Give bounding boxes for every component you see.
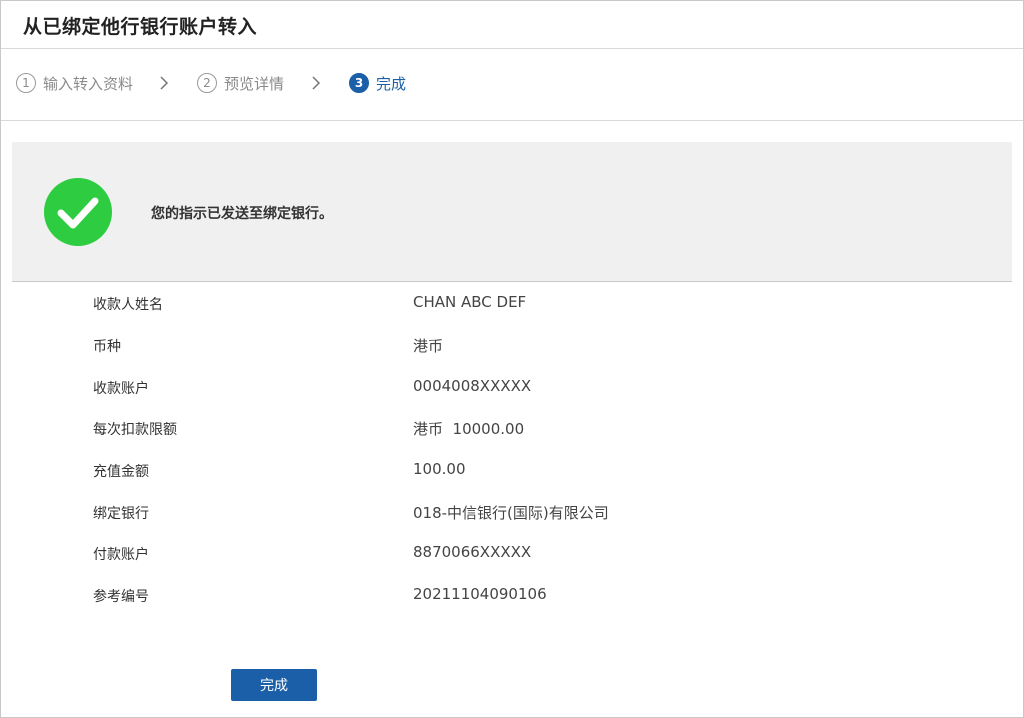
detail-value: 20211104090106	[413, 585, 547, 603]
detail-label: 绑定银行	[93, 506, 149, 522]
detail-value: 港币 10000.00	[413, 420, 525, 438]
detail-label: 每次扣款限额	[93, 422, 177, 438]
detail-label: 充值金额	[93, 464, 149, 480]
detail-row-payee-account: 收款账户 0004008XXXXX	[1, 366, 1023, 408]
detail-row-payer-account: 付款账户 8870066XXXXX	[1, 532, 1023, 574]
detail-row-top-up-amount: 充值金额 100.00	[1, 449, 1023, 491]
detail-row-currency: 币种 港币	[1, 324, 1023, 366]
detail-label: 收款人姓名	[93, 297, 163, 313]
check-circle-icon	[44, 178, 112, 246]
detail-label: 参考编号	[93, 589, 149, 605]
step-2-number: 2	[197, 73, 217, 93]
chevron-right-icon	[160, 76, 169, 90]
step-3-label: 完成	[376, 74, 407, 93]
step-1-label: 输入转入资料	[43, 74, 134, 93]
detail-value: 0004008XXXXX	[413, 377, 532, 395]
step-2-label: 预览详情	[224, 74, 285, 93]
detail-row-payee-name: 收款人姓名 CHAN ABC DEF	[1, 282, 1023, 324]
step-indicator: 1 输入转入资料 2 预览详情 3 完成	[1, 49, 1023, 121]
page-header: 从已绑定他行银行账户转入	[1, 1, 1023, 49]
detail-value: 8870066XXXXX	[413, 543, 532, 561]
detail-value: CHAN ABC DEF	[413, 293, 527, 311]
step-3-number: 3	[349, 73, 369, 93]
detail-label: 付款账户	[93, 547, 149, 563]
detail-value: 港币	[413, 337, 444, 355]
detail-row-reference-number: 参考编号 20211104090106	[1, 574, 1023, 616]
chevron-right-icon	[312, 76, 321, 90]
page-frame: 从已绑定他行银行账户转入 1 输入转入资料 2 预览详情 3 完成 您的指示已发…	[0, 0, 1024, 718]
detail-value: 018-中信银行(国际)有限公司	[413, 504, 609, 522]
detail-value: 100.00	[413, 460, 466, 478]
step-2: 2 预览详情	[197, 72, 284, 94]
step-3: 3 完成	[349, 72, 406, 94]
detail-label: 币种	[93, 339, 121, 355]
success-banner: 您的指示已发送至绑定银行。	[12, 142, 1012, 282]
step-1-number: 1	[16, 73, 36, 93]
done-button[interactable]: 完成	[231, 669, 317, 701]
page-title: 从已绑定他行银行账户转入	[23, 16, 258, 38]
step-1: 1 输入转入资料	[16, 72, 133, 94]
detail-label: 收款账户	[93, 381, 149, 397]
detail-row-linked-bank: 绑定银行 018-中信银行(国际)有限公司	[1, 491, 1023, 533]
success-message: 您的指示已发送至绑定银行。	[151, 206, 333, 222]
detail-row-debit-limit: 每次扣款限额 港币 10000.00	[1, 407, 1023, 449]
